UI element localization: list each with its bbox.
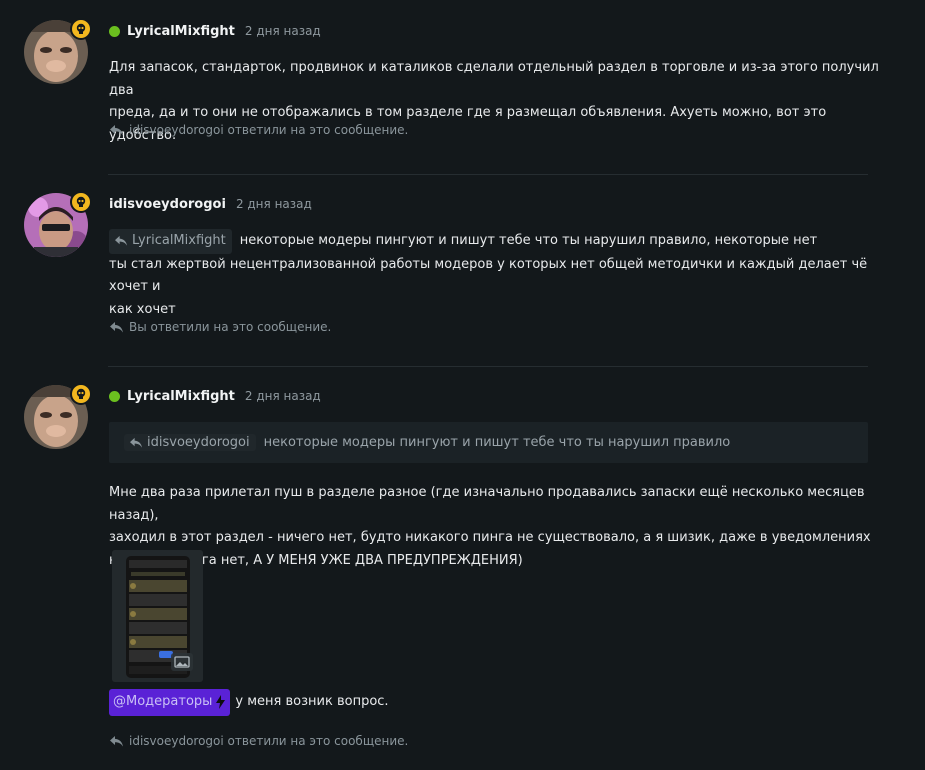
message-1: LyricalMixfight 2 дня назад Для запасок,…: [0, 0, 925, 175]
mention-text: у меня возник вопрос.: [235, 694, 389, 709]
text-line: никакого пинга нет, А У МЕНЯ УЖЕ ДВА ПРЕ…: [109, 552, 523, 568]
online-indicator: [109, 25, 120, 37]
text-line: заходил в этот раздел - ничего нет, будт…: [109, 530, 871, 545]
text-line: LyricalMixfight некоторые модеры пингуют…: [109, 229, 879, 254]
author-name[interactable]: idisvoeydorogoi: [109, 197, 226, 212]
timestamp[interactable]: 2 дня назад: [236, 197, 312, 211]
replies-text: idisvoeydorogoi ответили на это сообщени…: [129, 734, 409, 748]
quoted-message[interactable]: idisvoeydorogoi некоторые модеры пингуют…: [109, 422, 868, 463]
skull-icon: [70, 383, 92, 405]
reply-arrow-icon: [110, 124, 123, 135]
skull-icon: [70, 191, 92, 213]
quote-author: idisvoeydorogoi: [147, 435, 250, 450]
message-header: idisvoeydorogoi 2 дня назад: [109, 194, 312, 214]
author-name[interactable]: LyricalMixfight: [127, 24, 235, 39]
image-attachment[interactable]: [112, 550, 203, 682]
skull-icon: [70, 18, 92, 40]
online-indicator: [109, 390, 120, 402]
message-text: Мне два раза прилетал пуш в разделе разн…: [109, 482, 879, 572]
reply-arrow-icon: [130, 437, 142, 448]
replies-text: idisvoeydorogoi ответили на это сообщени…: [129, 123, 409, 137]
timestamp[interactable]: 2 дня назад: [245, 389, 321, 403]
quote-text: некоторые модеры пингуют и пишут тебе чт…: [263, 435, 731, 450]
reply-arrow-icon: [110, 321, 123, 332]
quote-author-chip[interactable]: idisvoeydorogoi: [124, 434, 256, 451]
message-header: LyricalMixfight 2 дня назад: [109, 21, 321, 41]
replies-link[interactable]: idisvoeydorogoi ответили на это сообщени…: [109, 123, 408, 137]
replies-text: Вы ответили на это сообщение.: [129, 320, 332, 334]
reply-arrow-icon: [115, 236, 127, 246]
replies-link[interactable]: Вы ответили на это сообщение.: [109, 320, 331, 334]
reply-chip-author: LyricalMixfight: [132, 233, 226, 248]
mention-moderators[interactable]: @Модераторы: [109, 689, 231, 716]
message-3: LyricalMixfight 2 дня назад idisvoeydoro…: [0, 367, 925, 770]
mention-line: @Модераторы у меня возник вопрос.: [109, 689, 879, 716]
message-header: LyricalMixfight 2 дня назад: [109, 386, 321, 406]
text-line-first: некоторые модеры пингуют и пишут тебе чт…: [239, 233, 818, 248]
screenshot-thumbnail: [112, 550, 203, 682]
text-line: ты стал жертвой нецентрализованной работ…: [109, 256, 868, 295]
replies-link[interactable]: idisvoeydorogoi ответили на это сообщени…: [109, 734, 408, 748]
message-text: LyricalMixfight некоторые модеры пингуют…: [109, 229, 879, 321]
text-line: как хочет: [109, 301, 176, 317]
message-2: idisvoeydorogoi 2 дня назад LyricalMixfi…: [0, 175, 925, 367]
lightning-icon: [216, 695, 226, 710]
author-name[interactable]: LyricalMixfight: [127, 389, 235, 404]
text-line: Для запасок, стандарток, продвинок и кат…: [109, 60, 879, 98]
reply-arrow-icon: [110, 735, 123, 746]
timestamp[interactable]: 2 дня назад: [245, 24, 321, 38]
mention-label: @Модераторы: [113, 694, 213, 709]
text-line: Мне два раза прилетал пуш в разделе разн…: [109, 485, 865, 523]
reply-chip[interactable]: LyricalMixfight: [109, 229, 232, 254]
